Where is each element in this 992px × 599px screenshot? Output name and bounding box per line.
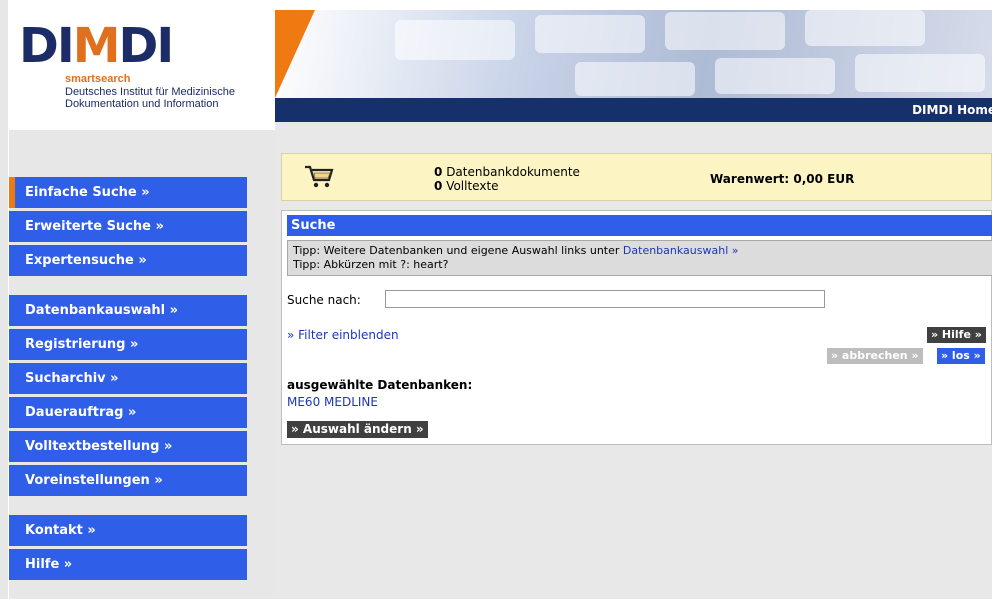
search-input[interactable]	[385, 290, 825, 308]
nav-group-tools: Datenbankauswahl » Registrierung » Sucha…	[9, 295, 247, 499]
keyboard-key	[665, 12, 785, 50]
header-nav-bar: DIMDI Home	[275, 98, 992, 122]
shopping-cart-bar: 0 Datenbankdokumente 0 Volltexte Warenwe…	[281, 153, 992, 201]
tip-2-text: Tipp: Abkürzen mit ?: heart?	[293, 258, 449, 271]
nav-sucharchiv[interactable]: Sucharchiv »	[9, 363, 247, 394]
tip-1-text: Tipp: Weitere Datenbanken und eigene Aus…	[293, 244, 620, 257]
nav-erweiterte-suche[interactable]: Erweiterte Suche »	[9, 211, 247, 242]
cancel-button[interactable]: » abbrechen »	[827, 348, 923, 364]
nav-datenbankauswahl[interactable]: Datenbankauswahl »	[9, 295, 247, 326]
keyboard-key	[805, 10, 925, 46]
show-filter-link[interactable]: » Filter einblenden	[287, 328, 399, 342]
institute-line-1: Deutsches Institut für Medizinische	[65, 86, 235, 98]
keyboard-key	[535, 15, 645, 53]
cart-fulltext-count: 0	[434, 179, 443, 193]
nav-kontakt[interactable]: Kontakt »	[9, 515, 247, 546]
search-panel-title: Suche	[287, 215, 992, 236]
selected-databases-label: ausgewählte Datenbanken:	[287, 378, 473, 392]
logo-mark: DIMDI	[19, 18, 174, 74]
header-banner-image	[275, 10, 992, 98]
keyboard-key	[715, 58, 835, 94]
nav-dauerauftrag[interactable]: Dauerauftrag »	[9, 397, 247, 428]
nav-einfache-suche[interactable]: Einfache Suche »	[9, 177, 247, 208]
nav-volltextbestellung[interactable]: Volltextbestellung »	[9, 431, 247, 462]
search-tips: Tipp: Weitere Datenbanken und eigene Aus…	[287, 240, 992, 276]
change-selection-button[interactable]: » Auswahl ändern »	[287, 421, 428, 438]
keyboard-key	[575, 62, 695, 96]
nav-group-info: Kontakt » Hilfe »	[9, 515, 247, 583]
shopping-cart-icon[interactable]	[304, 164, 334, 196]
logo-institute-name: Deutsches Institut für Medizinische Doku…	[65, 86, 235, 110]
cart-db-docs-count: 0	[434, 165, 443, 179]
cart-db-docs: 0 Datenbankdokumente	[434, 165, 580, 179]
help-button[interactable]: » Hilfe »	[927, 327, 986, 343]
tip-line-1: Tipp: Weitere Datenbanken und eigene Aus…	[293, 244, 987, 258]
logo[interactable]: DIMDI smartsearch Deutsches Institut für…	[9, 0, 275, 130]
cart-fulltext-label: Volltexte	[446, 179, 499, 193]
dimdi-home-link[interactable]: DIMDI Home	[912, 103, 992, 117]
nav-voreinstellungen[interactable]: Voreinstellungen »	[9, 465, 247, 496]
keyboard-key	[395, 20, 515, 60]
logo-tagline: smartsearch	[65, 73, 131, 85]
nav-hilfe[interactable]: Hilfe »	[9, 549, 247, 580]
search-label: Suche nach:	[287, 293, 361, 307]
nav-group-search: Einfache Suche » Erweiterte Suche » Expe…	[9, 177, 247, 279]
datenbankauswahl-link[interactable]: Datenbankauswahl »	[623, 244, 739, 257]
left-column: DIMDI smartsearch Deutsches Institut für…	[0, 0, 275, 599]
nav-expertensuche[interactable]: Expertensuche »	[9, 245, 247, 276]
go-button[interactable]: » los »	[937, 348, 985, 364]
search-panel: Suche Tipp: Weitere Datenbanken und eige…	[281, 210, 992, 445]
keyboard-key	[855, 54, 985, 92]
cart-db-docs-label: Datenbankdokumente	[446, 165, 580, 179]
institute-line-2: Dokumentation und Information	[65, 98, 219, 110]
banner-orange-accent	[275, 10, 315, 98]
nav-registrierung[interactable]: Registrierung »	[9, 329, 247, 360]
selected-database-item[interactable]: ME60 MEDLINE	[287, 395, 378, 409]
cart-value: Warenwert: 0,00 EUR	[710, 172, 855, 186]
cart-fulltexts: 0 Volltexte	[434, 179, 499, 193]
